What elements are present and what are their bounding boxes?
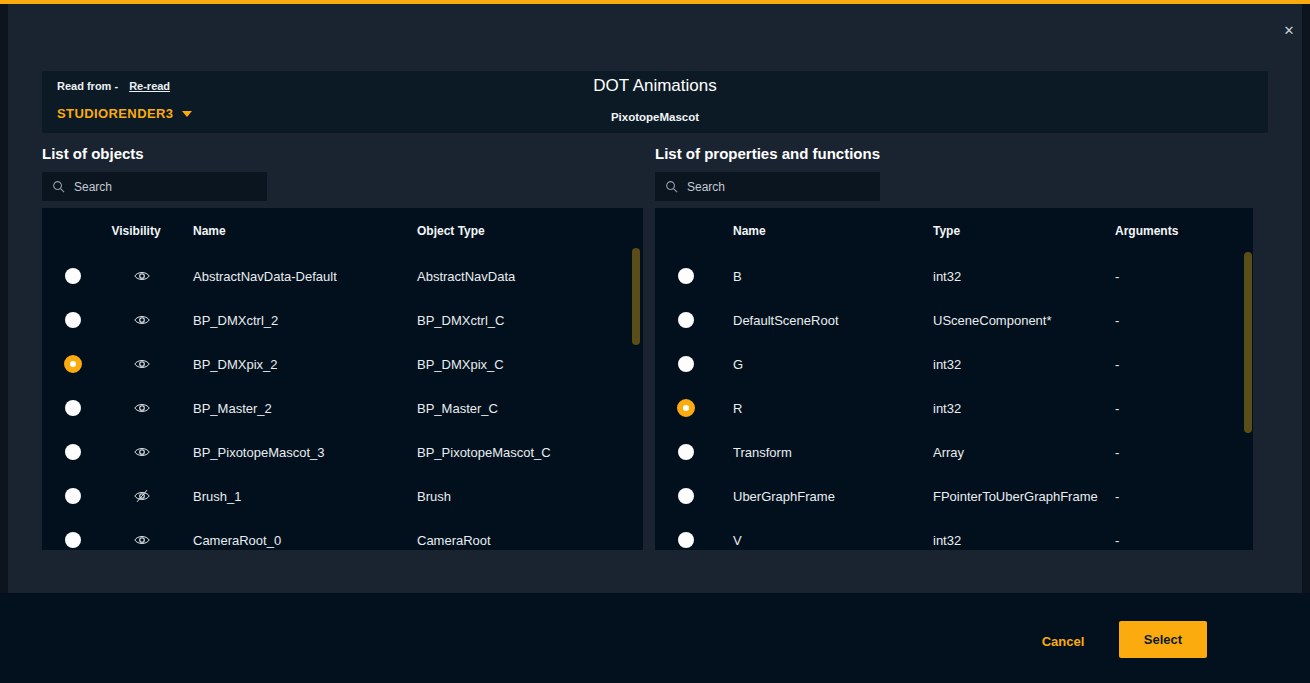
object-row[interactable]: BP_DMXpix_2 BP_DMXpix_C [42, 342, 643, 386]
property-arguments: - [1115, 357, 1119, 372]
dialog-header: Read from - Re-read STUDIORENDER3 DOT An… [42, 71, 1268, 133]
properties-search [655, 172, 880, 201]
property-name: R [733, 401, 742, 416]
object-name: BP_DMXpix_2 [193, 357, 278, 372]
column-header-object-type: Object Type [417, 224, 485, 238]
radio-button[interactable] [65, 444, 81, 460]
property-arguments: - [1115, 313, 1119, 328]
dialog-subtitle: PixotopeMascot [42, 111, 1268, 123]
radio-button[interactable] [65, 312, 81, 328]
radio-button[interactable] [678, 356, 694, 372]
property-arguments: - [1115, 533, 1119, 548]
property-row[interactable]: Rint32 - [655, 386, 1253, 430]
eye-icon [134, 534, 150, 547]
object-name: BP_PixotopeMascot_3 [193, 445, 325, 460]
radio-button[interactable] [65, 400, 81, 416]
eye-icon [134, 402, 150, 415]
object-row[interactable]: Brush_1 Brush [42, 474, 643, 518]
property-row[interactable]: UberGraphFrame FPointerToUberGraphFrame - [655, 474, 1253, 518]
eye-icon [134, 446, 150, 459]
property-name: V [733, 533, 742, 548]
property-row[interactable]: Gint32 - [655, 342, 1253, 386]
column-header-name: Name [733, 224, 766, 238]
radio-button[interactable] [677, 399, 695, 417]
eye-icon [134, 270, 150, 283]
properties-search-input[interactable] [687, 180, 857, 194]
property-row[interactable]: Vint32 - [655, 518, 1253, 550]
property-name: G [733, 357, 743, 372]
properties-panel-title: List of properties and functions [655, 145, 880, 162]
object-name: AbstractNavData-Default [193, 269, 337, 284]
radio-button[interactable] [65, 532, 81, 548]
property-type: int32 [933, 357, 961, 372]
select-button[interactable]: Select [1119, 621, 1207, 658]
property-arguments: - [1115, 489, 1119, 504]
object-type: CameraRoot [417, 533, 491, 548]
property-row[interactable]: Bint32 - [655, 254, 1253, 298]
radio-button[interactable] [65, 268, 81, 284]
objects-panel-title: List of objects [42, 145, 144, 162]
search-icon [665, 180, 678, 193]
radio-button[interactable] [678, 312, 694, 328]
objects-search [42, 172, 267, 201]
objects-table-header: Visibility Name Object Type [42, 208, 643, 254]
object-name: CameraRoot_0 [193, 533, 281, 548]
radio-button[interactable] [678, 444, 694, 460]
radio-button[interactable] [64, 355, 82, 373]
property-name: UberGraphFrame [733, 489, 835, 504]
property-row[interactable]: DefaultSceneRoot USceneComponent* - [655, 298, 1253, 342]
properties-scrollbar-thumb[interactable] [1244, 252, 1252, 433]
object-row[interactable]: AbstractNavData-Default AbstractNavData [42, 254, 643, 298]
object-row[interactable]: BP_PixotopeMascot_3 BP_PixotopeMascot_C [42, 430, 643, 474]
dialog-title: DOT Animations [42, 76, 1268, 96]
column-header-visibility: Visibility [111, 224, 160, 238]
search-icon [52, 180, 65, 193]
object-type: BP_Master_C [417, 401, 498, 416]
property-type: Array [933, 445, 964, 460]
property-name: Transform [733, 445, 792, 460]
objects-search-input[interactable] [74, 180, 244, 194]
property-type: int32 [933, 533, 961, 548]
object-row[interactable]: BP_DMXctrl_2 BP_DMXctrl_C [42, 298, 643, 342]
column-header-name: Name [193, 224, 226, 238]
object-name: BP_DMXctrl_2 [193, 313, 278, 328]
property-arguments: - [1115, 401, 1119, 416]
object-name: Brush_1 [193, 489, 241, 504]
eye-off-icon [134, 490, 150, 503]
object-type: Brush [417, 489, 451, 504]
property-type: USceneComponent* [933, 313, 1052, 328]
property-name: B [733, 269, 742, 284]
radio-button[interactable] [65, 488, 81, 504]
property-row[interactable]: Transform Array - [655, 430, 1253, 474]
object-type: BP_DMXpix_C [417, 357, 504, 372]
radio-button[interactable] [678, 268, 694, 284]
object-type: BP_DMXctrl_C [417, 313, 504, 328]
property-type: int32 [933, 401, 961, 416]
property-arguments: - [1115, 269, 1119, 284]
footer-bar [0, 593, 1310, 683]
objects-table: Visibility Name Object Type AbstractNavD… [42, 208, 643, 550]
eye-icon [134, 314, 150, 327]
radio-button[interactable] [678, 488, 694, 504]
close-icon[interactable]: ✕ [1278, 19, 1300, 41]
column-header-arguments: Arguments [1115, 224, 1178, 238]
radio-button[interactable] [678, 532, 694, 548]
property-type: FPointerToUberGraphFrame [933, 489, 1098, 504]
properties-table: Name Type Arguments Bint32-DefaultSceneR… [655, 208, 1253, 550]
property-name: DefaultSceneRoot [733, 313, 839, 328]
column-header-type: Type [933, 224, 960, 238]
properties-table-header: Name Type Arguments [655, 208, 1253, 254]
object-name: BP_Master_2 [193, 401, 272, 416]
property-type: int32 [933, 269, 961, 284]
object-row[interactable]: BP_Master_2 BP_Master_C [42, 386, 643, 430]
cancel-button[interactable]: Cancel [1040, 634, 1086, 649]
object-row[interactable]: CameraRoot_0 CameraRoot [42, 518, 643, 550]
object-type: AbstractNavData [417, 269, 515, 284]
objects-scrollbar-thumb[interactable] [632, 248, 640, 345]
property-arguments: - [1115, 445, 1119, 460]
eye-icon [134, 358, 150, 371]
object-type: BP_PixotopeMascot_C [417, 445, 551, 460]
